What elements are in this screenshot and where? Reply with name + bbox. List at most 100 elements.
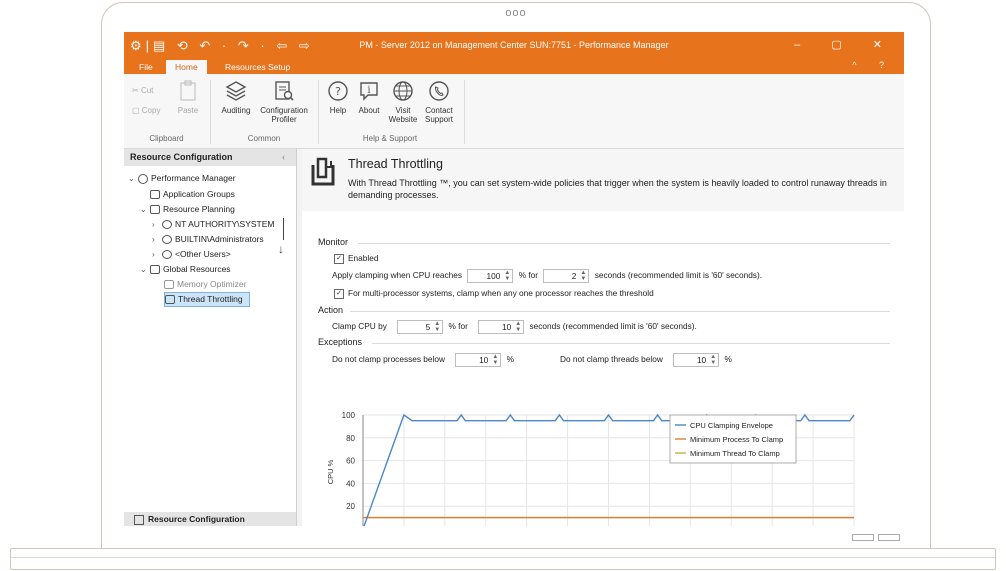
- order-bar: [283, 218, 284, 240]
- clamp-cpu-label: Clamp CPU by: [332, 321, 387, 332]
- enabled-checkbox[interactable]: ✓: [334, 253, 344, 264]
- section-divider: [358, 243, 890, 244]
- about-button[interactable]: i About: [356, 80, 382, 115]
- stepper-arrows-icon[interactable]: ▲ ▼: [504, 270, 510, 282]
- section-divider: [372, 343, 890, 344]
- visit-website-button[interactable]: Visit Website: [388, 80, 418, 124]
- contact-support-button[interactable]: Contact Support: [422, 80, 456, 124]
- gauge-icon: [138, 173, 148, 184]
- tree-item-nt-authority-system[interactable]: › NT AUTHORITY\SYSTEM: [152, 218, 275, 231]
- enabled-checkbox-row[interactable]: ✓ Enabled: [334, 253, 378, 264]
- tree-item-label: Performance Manager: [151, 173, 236, 183]
- thread-min-stepper[interactable]: 10 ▲ ▼: [673, 353, 720, 367]
- indicator-light: [852, 534, 874, 541]
- panel-title: Resource Configuration: [130, 152, 233, 162]
- apply-clamping-row: Apply clamping when CPU reaches 100 ▲ ▼ % …: [332, 269, 762, 283]
- auditing-button[interactable]: Auditing: [218, 80, 254, 115]
- percent-unit-label: %: [724, 354, 732, 365]
- clamp-percent-stepper[interactable]: 5 ▲ ▼: [397, 320, 444, 334]
- help-controls[interactable]: ^ ?: [852, 60, 894, 70]
- base-edge: [11, 549, 995, 558]
- tree-item-builtin-administrators[interactable]: › BUILTIN\Administrators: [152, 233, 264, 246]
- collapsed-chevron-icon[interactable]: ›: [152, 218, 162, 231]
- legend-label: Minimum Thread To Clamp: [690, 449, 780, 458]
- clamp-seconds-stepper[interactable]: 10 ▲ ▼: [478, 320, 525, 334]
- panel-footer-label: Resource Configuration: [148, 514, 245, 524]
- stepper-arrows-icon[interactable]: ▲ ▼: [515, 321, 521, 333]
- tree-item-application-groups[interactable]: Application Groups: [150, 188, 235, 201]
- collapsed-chevron-icon[interactable]: ›: [152, 233, 162, 246]
- expand-chevron-icon[interactable]: ⌄: [140, 263, 150, 276]
- y-tick-label: 100: [342, 411, 356, 420]
- about-icon: i: [360, 82, 378, 101]
- cpu-threshold-stepper[interactable]: 100 ▲ ▼: [467, 269, 514, 283]
- stepper-arrows-icon[interactable]: ▲ ▼: [434, 321, 440, 333]
- stepper-arrows-icon[interactable]: ▲ ▼: [710, 354, 716, 366]
- tree-item-other-users[interactable]: › <Other Users>: [152, 248, 231, 261]
- legend-label: Minimum Process To Clamp: [690, 435, 783, 444]
- phone-icon: [429, 81, 449, 101]
- page-description: With Thread Throttling ™, you can set sy…: [348, 178, 887, 200]
- user-icon: [162, 250, 172, 260]
- down-arrow-icon[interactable]: ↓: [278, 242, 284, 256]
- paste-button[interactable]: Paste: [174, 80, 202, 115]
- expand-chevron-icon[interactable]: ⌄: [128, 172, 138, 185]
- legend-label: CPU Clamping Envelope: [690, 421, 773, 430]
- tree-item-memory-optimizer[interactable]: Memory Optimizer: [164, 278, 246, 291]
- stepper-arrows-icon[interactable]: ▲ ▼: [580, 270, 586, 282]
- help-button[interactable]: ? Help: [326, 80, 350, 115]
- globe-icon: [393, 81, 413, 101]
- exceptions-section-title: Exceptions: [318, 337, 363, 347]
- multi-processor-row[interactable]: ✓ For multi-processor systems, clamp when…: [334, 288, 654, 299]
- paste-icon: [180, 80, 196, 101]
- process-min-stepper[interactable]: 10 ▲ ▼: [455, 353, 502, 367]
- tree-item-performance-manager[interactable]: ⌄ Performance Manager: [128, 172, 236, 185]
- profiler-icon: [275, 81, 294, 101]
- help-label: Help: [329, 106, 347, 115]
- clipboard-group-label: Clipboard: [149, 134, 184, 143]
- clamp-cpu-row: Clamp CPU by 5 ▲ ▼ % for 10 ▲ ▼ seconds (rec…: [332, 320, 697, 334]
- tree-item-label: Resource Planning: [163, 204, 235, 214]
- panel-footer[interactable]: Resource Configuration: [124, 512, 296, 526]
- copy-label: Copy: [141, 106, 161, 115]
- tab-home[interactable]: Home: [166, 60, 207, 74]
- cut-button[interactable]: ✂ Cut: [132, 86, 153, 95]
- tree-item-label: NT AUTHORITY\SYSTEM: [175, 219, 275, 229]
- cut-label: Cut: [140, 86, 154, 95]
- app-window: ⚙|▤ ⟲ ↶ · ↷ · ⇦ ⇨ PM - Server 2012 on Ma…: [124, 32, 904, 526]
- memory-icon: [164, 280, 174, 290]
- stepper-arrows-icon[interactable]: ▲ ▼: [492, 354, 498, 366]
- tree-item-label: BUILTIN\Administrators: [175, 234, 264, 244]
- user-icon: [162, 235, 172, 245]
- paste-label: Paste: [177, 106, 199, 115]
- tree-item-label: Thread Throttling: [178, 294, 243, 304]
- laptop-base: [10, 548, 996, 570]
- contact-label-line1: Contact: [425, 106, 453, 115]
- percent-unit-label: %: [506, 354, 514, 365]
- thread-exception-label: Do not clamp threads below: [560, 354, 663, 365]
- tree-item-label: <Other Users>: [175, 249, 231, 259]
- seconds-hint-label: seconds (recommended limit is '60' secon…: [529, 321, 697, 332]
- section-divider: [350, 311, 890, 312]
- tree-item-thread-throttling[interactable]: Thread Throttling: [164, 292, 250, 307]
- tree-item-resource-planning[interactable]: ⌄ Resource Planning: [140, 203, 235, 216]
- collapsed-chevron-icon[interactable]: ›: [152, 248, 162, 261]
- window-title: PM - Server 2012 on Management Center SU…: [359, 40, 669, 50]
- expand-chevron-icon[interactable]: ⌄: [140, 203, 150, 216]
- tab-resources-setup[interactable]: Resources Setup: [216, 60, 299, 74]
- monitor-seconds-stepper[interactable]: 2 ▲ ▼: [543, 269, 590, 283]
- collapse-chevron-icon[interactable]: ‹: [282, 149, 285, 166]
- percent-for-label: % for: [518, 270, 539, 281]
- tree-item-label: Global Resources: [163, 264, 231, 274]
- multi-processor-checkbox[interactable]: ✓: [334, 288, 344, 299]
- group-separator: [210, 80, 211, 144]
- tab-file[interactable]: File: [130, 60, 162, 74]
- configuration-profiler-button[interactable]: Configuration Profiler: [258, 80, 310, 124]
- resource-configuration-panel: Resource Configuration ‹ ⌄ Performance Ma…: [124, 149, 297, 526]
- copy-button[interactable]: ▢ Copy: [132, 106, 160, 115]
- indicator-light: [878, 534, 900, 541]
- tree-item-global-resources[interactable]: ⌄ Global Resources: [140, 263, 231, 276]
- contact-label-line2: Support: [424, 115, 454, 124]
- window-controls[interactable]: ‒ ▢ ✕: [794, 38, 896, 51]
- config-icon: [134, 514, 144, 525]
